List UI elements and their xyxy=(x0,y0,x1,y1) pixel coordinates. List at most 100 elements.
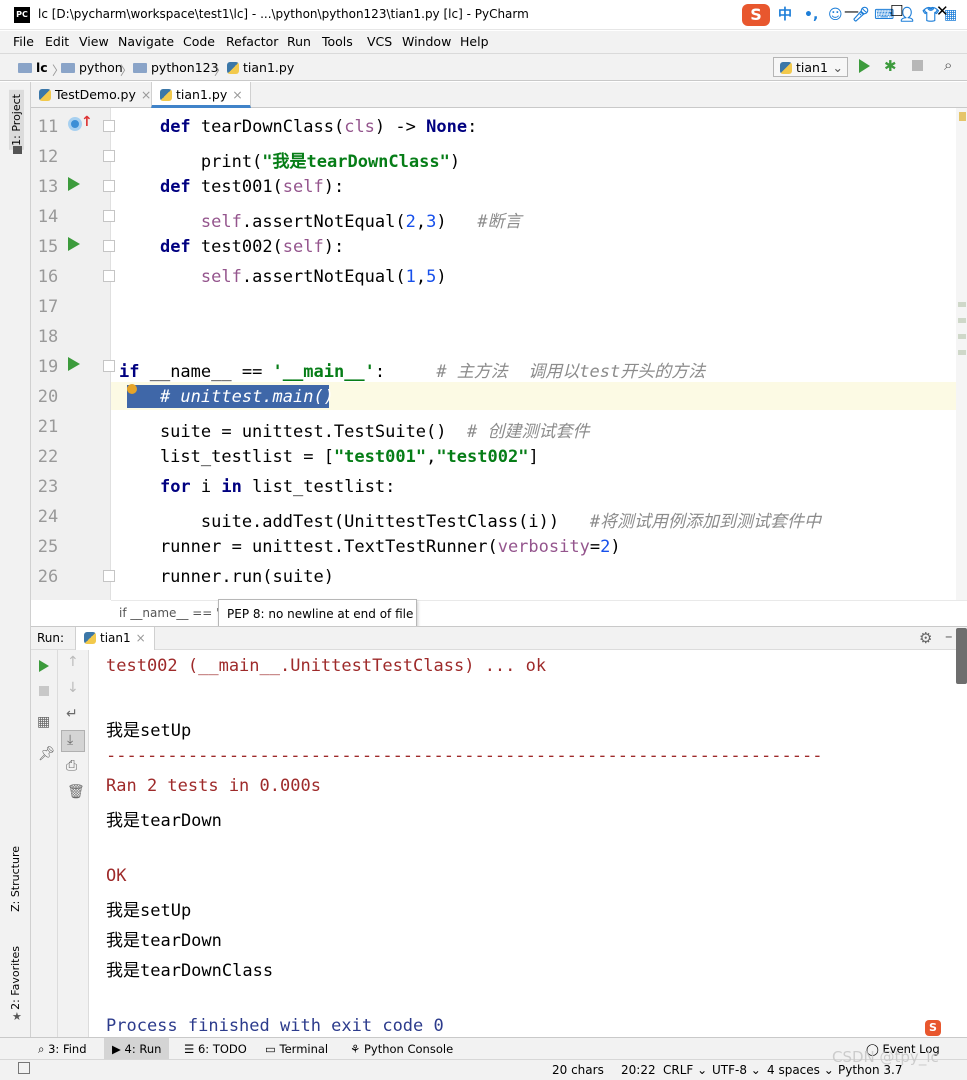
code-breadcrumb[interactable]: if __name__ == ' xyxy=(119,606,219,620)
fold-marker[interactable] xyxy=(103,270,115,282)
panel-scroll-thumb[interactable] xyxy=(956,628,967,684)
menu-file[interactable]: File xyxy=(13,34,34,49)
code-line[interactable]: print("我是tearDownClass") xyxy=(119,147,460,172)
fold-marker[interactable] xyxy=(103,360,115,372)
code-line[interactable]: self.assertNotEqual(2,3) #断言 xyxy=(119,207,522,232)
tab-find[interactable]: ⌕ 3: Find xyxy=(38,1042,87,1057)
line-number: 26 xyxy=(37,567,59,587)
fold-marker[interactable] xyxy=(103,120,115,132)
menu-code[interactable]: Code xyxy=(183,34,215,49)
favorites-tool-tab[interactable]: 2: Favorites xyxy=(9,946,22,1010)
stop-icon[interactable] xyxy=(39,686,49,696)
run-tab-tian1[interactable]: tian1 × xyxy=(75,627,155,650)
run-test-icon[interactable] xyxy=(68,177,80,191)
menu-tools[interactable]: Tools xyxy=(322,34,353,49)
trash-icon[interactable]: 🗑︎ xyxy=(67,784,85,800)
close-tab-icon[interactable]: × xyxy=(141,87,151,102)
line-separator[interactable]: CRLF ⌄ xyxy=(663,1063,707,1077)
minimize-icon[interactable]: — xyxy=(844,2,859,20)
fold-marker[interactable] xyxy=(103,210,115,222)
search-icon[interactable]: ⌕ xyxy=(944,56,952,74)
code-line[interactable]: self.assertNotEqual(1,5) xyxy=(119,267,447,287)
debug-icon[interactable]: ✱ xyxy=(884,57,897,75)
close-icon[interactable]: ✕ xyxy=(936,2,949,20)
code-line[interactable]: suite = unittest.TestSuite() # 创建测试套件 xyxy=(119,417,590,442)
layout-icon[interactable]: ▦ xyxy=(37,714,50,730)
close-tab-icon[interactable]: × xyxy=(136,631,146,645)
down-arrow-icon[interactable]: ↓ xyxy=(67,680,79,696)
code-line[interactable]: runner.run(suite) xyxy=(119,567,334,587)
tab-python-console[interactable]: ⚘ Python Console xyxy=(350,1042,453,1056)
code-token: self xyxy=(282,237,324,257)
caret-position[interactable]: 20:22 xyxy=(621,1063,656,1077)
close-tab-icon[interactable]: × xyxy=(232,87,242,102)
code-line[interactable]: for i in list_testlist: xyxy=(119,477,395,497)
scroll-to-end-toggle[interactable]: ⤓ xyxy=(61,730,85,752)
print-icon[interactable]: ⎙ xyxy=(66,758,77,774)
ime-punct-toggle[interactable]: •, xyxy=(804,6,818,24)
stop-icon[interactable] xyxy=(912,60,923,71)
menu-window[interactable]: Window xyxy=(402,34,451,49)
menu-run[interactable]: Run xyxy=(287,34,311,49)
folder-icon xyxy=(18,63,32,73)
structure-tool-tab[interactable]: Z: Structure xyxy=(9,846,22,912)
intention-bulb-icon[interactable] xyxy=(127,384,137,394)
maximize-icon[interactable]: ☐ xyxy=(890,2,903,20)
run-main-icon[interactable] xyxy=(68,357,80,371)
code-token: self xyxy=(200,212,242,232)
rerun-icon[interactable] xyxy=(39,660,49,672)
breadcrumb-lc[interactable]: lc xyxy=(18,60,48,75)
tab-testdemo[interactable]: TestDemo.py × xyxy=(31,82,151,108)
editor-scrollbar[interactable] xyxy=(956,108,967,600)
file-encoding[interactable]: UTF-8 ⌄ xyxy=(712,1063,761,1077)
code-token: None xyxy=(426,117,468,137)
menu-navigate[interactable]: Navigate xyxy=(118,34,174,49)
indent-setting[interactable]: 4 spaces ⌄ xyxy=(767,1063,834,1077)
menu-vcs[interactable]: VCS xyxy=(367,34,392,49)
console-line: Process finished with exit code 0 xyxy=(106,1016,444,1036)
menu-refactor[interactable]: Refactor xyxy=(226,34,278,49)
override-icon[interactable] xyxy=(68,117,82,131)
code-line[interactable]: def tearDownClass(cls) -> None: xyxy=(119,117,477,137)
menu-help[interactable]: Help xyxy=(460,34,489,49)
minimize-panel-icon[interactable]: – xyxy=(945,627,953,645)
breadcrumb-file[interactable]: tian1.py xyxy=(227,60,294,75)
project-tool-tab[interactable]: 1: Project xyxy=(9,90,24,150)
tab-run[interactable]: ▶ 4: Run xyxy=(104,1038,170,1059)
fold-marker[interactable] xyxy=(103,150,115,162)
fold-marker[interactable] xyxy=(103,240,115,252)
code-token: , xyxy=(426,447,437,467)
code-line[interactable]: def test001(self): xyxy=(119,177,344,197)
fold-marker[interactable] xyxy=(103,180,115,192)
code-line[interactable]: if __name__ == '__main__': # 主方法 调用以test… xyxy=(119,357,705,382)
ime-floating-icon[interactable]: S xyxy=(925,1020,941,1036)
run-config-select[interactable]: tian1 ⌄ xyxy=(773,57,848,77)
up-arrow-icon[interactable]: ↑ xyxy=(67,654,79,670)
tab-todo[interactable]: ☰ 6: TODO xyxy=(184,1042,247,1056)
menu-edit[interactable]: Edit xyxy=(45,34,69,49)
settings-gear-icon[interactable]: ⚙ xyxy=(919,629,932,647)
console-output[interactable] xyxy=(89,650,956,1046)
ime-icon[interactable]: S xyxy=(742,4,770,26)
code-line[interactable]: # unittest.main() xyxy=(119,387,334,407)
tab-tian1[interactable]: tian1.py × xyxy=(151,82,251,108)
code-line[interactable]: def test002(self): xyxy=(119,237,344,257)
ime-lang-toggle[interactable]: 中 xyxy=(778,6,792,24)
toggle-tool-windows-icon[interactable] xyxy=(18,1062,30,1074)
soft-wrap-icon[interactable]: ↵ xyxy=(66,706,78,722)
code-line[interactable]: runner = unittest.TextTestRunner(verbosi… xyxy=(119,537,621,557)
code-line[interactable]: list_testlist = ["test001","test002"] xyxy=(119,447,539,467)
run-test-icon[interactable] xyxy=(68,237,80,251)
menu-view[interactable]: View xyxy=(79,34,109,49)
emoji-icon[interactable]: ☺ xyxy=(828,6,843,24)
fold-marker[interactable] xyxy=(103,570,115,582)
run-icon[interactable] xyxy=(859,59,870,73)
pin-icon[interactable]: 📌︎ xyxy=(38,746,56,762)
code-line[interactable]: suite.addTest(UnittestTestClass(i)) #将测试… xyxy=(119,507,821,532)
breadcrumb-python123[interactable]: python123 xyxy=(133,60,219,75)
folder-icon xyxy=(61,63,75,73)
tool-window-bar: ⌕ 3: Find ▶ 4: Run ☰ 6: TODO ▭ Terminal … xyxy=(0,1037,967,1059)
tab-terminal[interactable]: ▭ Terminal xyxy=(265,1042,328,1056)
breadcrumb-python[interactable]: python xyxy=(61,60,123,75)
